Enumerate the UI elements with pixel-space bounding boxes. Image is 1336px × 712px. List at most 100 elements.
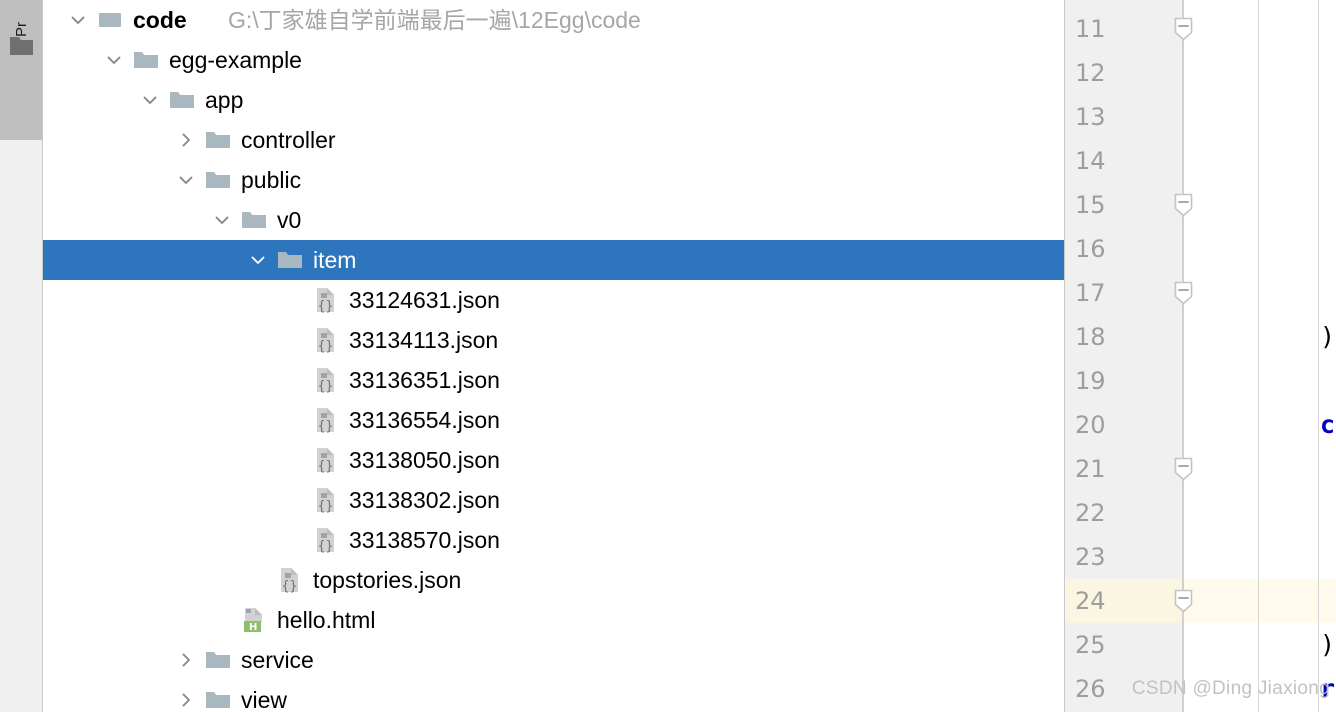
tree-row[interactable]: {} 33124631.json	[43, 280, 1064, 320]
code-editor[interactable]: 11 12 13 14 15 16 17 18 19 20 21 22 23 24 25 26 ) c) r	[1064, 0, 1336, 712]
chevron-right-icon[interactable]	[173, 680, 199, 712]
indent-guide	[1318, 0, 1319, 712]
tree-row[interactable]: v0	[43, 200, 1064, 240]
tree-row[interactable]: {} 33136554.json	[43, 400, 1064, 440]
tree-row-label: 33124631.json	[349, 287, 500, 313]
svg-text:{}: {}	[318, 339, 334, 353]
tree-row-label: service	[241, 647, 314, 673]
svg-text:{}: {}	[318, 379, 334, 393]
line-number[interactable]: 12	[1065, 51, 1183, 95]
tree-row[interactable]: {} 33138302.json	[43, 480, 1064, 520]
svg-text:{}: {}	[282, 579, 298, 593]
left-tool-strip: Pr	[0, 0, 43, 712]
watermark: CSDN @Ding Jiaxiong	[1131, 678, 1330, 699]
code-fragment: c	[1320, 410, 1336, 439]
chevron-down-icon[interactable]	[245, 240, 271, 280]
folder-icon	[205, 640, 231, 680]
tree-row[interactable]: egg-example	[43, 40, 1064, 80]
line-number[interactable]: 14	[1065, 139, 1183, 183]
fold-collapse-icon[interactable]	[1174, 457, 1193, 481]
folder-icon	[205, 120, 231, 160]
tree-row-label: egg-example	[169, 47, 302, 73]
tree-row[interactable]: {} 33138050.json	[43, 440, 1064, 480]
fold-collapse-icon[interactable]	[1174, 193, 1193, 217]
line-number[interactable]: 19	[1065, 359, 1183, 403]
tree-row[interactable]: {} 33138570.json	[43, 520, 1064, 560]
line-number[interactable]: 16	[1065, 227, 1183, 271]
chevron-down-icon[interactable]	[101, 40, 127, 80]
tree-row[interactable]: public	[43, 160, 1064, 200]
svg-text:{}: {}	[318, 499, 334, 513]
line-number[interactable]: 25	[1065, 623, 1183, 667]
tree-row[interactable]: {} 33134113.json	[43, 320, 1064, 360]
tree-row[interactable]: controller	[43, 120, 1064, 160]
folder-icon	[205, 680, 231, 712]
module-icon	[97, 0, 123, 40]
tree-row[interactable]: {} 33136351.json	[43, 360, 1064, 400]
tree-row[interactable]: view	[43, 680, 1064, 712]
line-number[interactable]: 24	[1065, 579, 1183, 623]
folder-icon[interactable]	[10, 35, 33, 57]
svg-text:{}: {}	[318, 299, 334, 313]
chevron-down-icon[interactable]	[137, 80, 163, 120]
folder-icon	[277, 240, 303, 280]
chevron-right-icon[interactable]	[173, 120, 199, 160]
editor-gutter[interactable]: 11 12 13 14 15 16 17 18 19 20 21 22 23 24 25 26	[1065, 0, 1183, 712]
line-number[interactable]: 22	[1065, 491, 1183, 535]
tree-row-path: G:\丁家雄自学前端最后一遍\12Egg\code	[228, 7, 641, 33]
chevron-down-icon[interactable]	[209, 200, 235, 240]
tree-row-label: code	[133, 7, 187, 33]
line-number[interactable]: 11	[1065, 7, 1183, 51]
tree-row-label: public	[241, 167, 302, 193]
line-number[interactable]: 20	[1065, 403, 1183, 447]
folder-icon	[241, 200, 267, 240]
json-file-icon: {}	[313, 360, 339, 400]
tree-row[interactable]: Hhello.html	[43, 600, 1064, 640]
code-fragment: )	[1320, 322, 1336, 351]
folder-icon	[205, 160, 231, 200]
json-file-icon: {}	[313, 280, 339, 320]
tree-row[interactable]: service	[43, 640, 1064, 680]
tree-row-label: hello.html	[277, 607, 376, 633]
line-number[interactable]: 18	[1065, 315, 1183, 359]
json-file-icon: {}	[313, 400, 339, 440]
tree-row-label: 33138570.json	[349, 527, 500, 553]
line-number[interactable]: 13	[1065, 95, 1183, 139]
chevron-down-icon[interactable]	[173, 160, 199, 200]
tree-row[interactable]: item	[43, 240, 1064, 280]
code-fragment: )	[1320, 630, 1336, 659]
json-file-icon: {}	[313, 440, 339, 480]
folder-icon	[169, 80, 195, 120]
fold-collapse-icon[interactable]	[1174, 281, 1193, 305]
tree-row-label: 33134113.json	[349, 327, 499, 353]
line-number[interactable]: 23	[1065, 535, 1183, 579]
tree-row-label: 33136351.json	[349, 367, 500, 393]
tree-row[interactable]: {} topstories.json	[43, 560, 1064, 600]
svg-text:{}: {}	[318, 459, 334, 473]
tree-row-label: 33136554.json	[349, 407, 500, 433]
tree-row[interactable]: app	[43, 80, 1064, 120]
tree-row-label: topstories.json	[313, 567, 462, 593]
fold-collapse-icon[interactable]	[1174, 17, 1193, 41]
svg-text:H: H	[249, 622, 257, 633]
json-file-icon: {}	[277, 560, 303, 600]
html-file-icon: H	[241, 600, 267, 640]
tree-row-label: item	[313, 247, 357, 273]
line-number[interactable]: 21	[1065, 447, 1183, 491]
tree-row-label: controller	[241, 127, 336, 153]
tree-row[interactable]: code G:\丁家雄自学前端最后一遍\12Egg\code	[43, 0, 1064, 40]
chevron-down-icon[interactable]	[65, 0, 91, 40]
json-file-icon: {}	[313, 320, 339, 360]
folder-icon	[133, 40, 159, 80]
line-number[interactable]: 17	[1065, 271, 1183, 315]
ide-window: Pr code G:\丁家雄自学前端最后一遍\12Egg\code egg-exam…	[0, 0, 1336, 712]
json-file-icon: {}	[313, 480, 339, 520]
svg-text:{}: {}	[318, 539, 334, 553]
json-file-icon: {}	[313, 520, 339, 560]
chevron-right-icon[interactable]	[173, 640, 199, 680]
fold-collapse-icon[interactable]	[1174, 589, 1193, 613]
svg-text:{}: {}	[318, 419, 334, 433]
line-number[interactable]: 15	[1065, 183, 1183, 227]
project-tree[interactable]: code G:\丁家雄自学前端最后一遍\12Egg\code egg-example…	[43, 0, 1064, 712]
tree-row-label: view	[241, 687, 288, 712]
